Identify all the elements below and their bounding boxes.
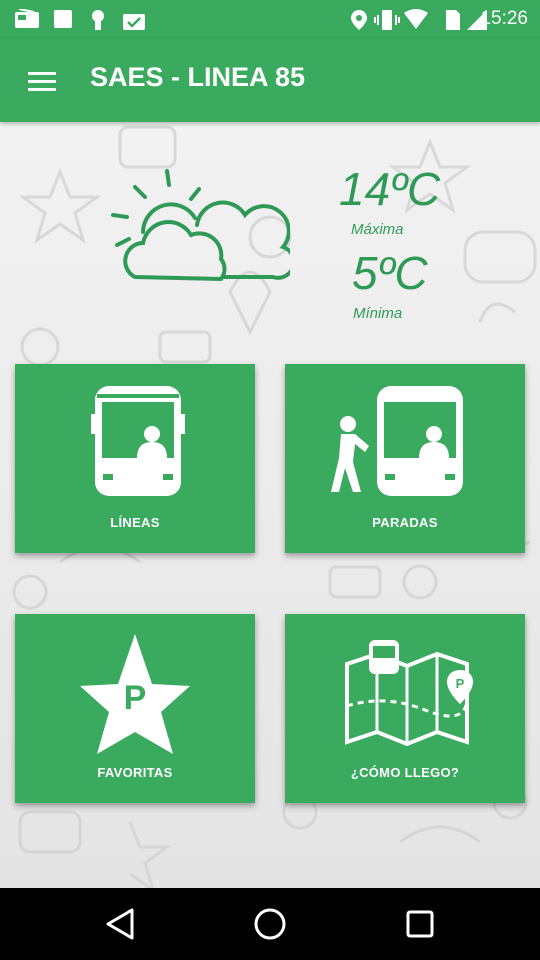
- min-label: Mínima: [353, 305, 403, 322]
- photo-icon: [123, 14, 145, 30]
- sim-icon: [446, 10, 460, 30]
- wifi-icon: [404, 9, 428, 29]
- android-icon: [92, 10, 104, 30]
- tile-label: FAVORITAS: [97, 765, 173, 780]
- tile-favoritas[interactable]: P FAVORITAS: [15, 614, 255, 803]
- square-notification-icon: [54, 10, 72, 28]
- max-label: Máxima: [351, 221, 404, 238]
- tile-label: ¿CÓMO LLEGO?: [350, 765, 460, 780]
- home-circle-icon[interactable]: [252, 906, 288, 942]
- back-triangle-icon[interactable]: [102, 906, 138, 942]
- tile-paradas[interactable]: PARADAS: [285, 364, 525, 553]
- page-title: SAES - LINEA 85: [90, 62, 306, 92]
- status-bar: 15:26: [0, 0, 540, 38]
- sun-behind-clouds-icon: [111, 169, 290, 282]
- tile-label: LÍNEAS: [110, 515, 160, 530]
- tile-lineas[interactable]: LÍNEAS: [15, 364, 255, 553]
- main-content: 14ºC Máxima 5ºC Mínima LÍNEAS PARADAS P …: [0, 122, 540, 888]
- navigation-bar: [0, 888, 540, 960]
- tile-label: PARADAS: [372, 515, 438, 530]
- recents-square-icon[interactable]: [402, 906, 438, 942]
- vibrate-icon: [374, 10, 400, 30]
- status-time: 15:26: [480, 8, 528, 29]
- min-temperature: 5ºC: [352, 247, 428, 299]
- person-boarding-bus-icon: [331, 386, 463, 496]
- max-temperature: 14ºC: [339, 163, 441, 215]
- bus-with-driver-icon: [91, 386, 185, 496]
- app-bar: SAES - LINEA 85: [0, 38, 540, 122]
- svg-text:P: P: [456, 676, 465, 691]
- tile-como-llego[interactable]: P ¿CÓMO LLEGO?: [285, 614, 525, 803]
- hamburger-menu-icon[interactable]: [22, 62, 62, 98]
- radio-icon: [15, 9, 39, 28]
- location-icon: [351, 10, 367, 30]
- svg-text:P: P: [124, 679, 147, 717]
- star-parking-icon: P: [80, 634, 190, 754]
- map-bus-pin-icon: P: [345, 640, 473, 747]
